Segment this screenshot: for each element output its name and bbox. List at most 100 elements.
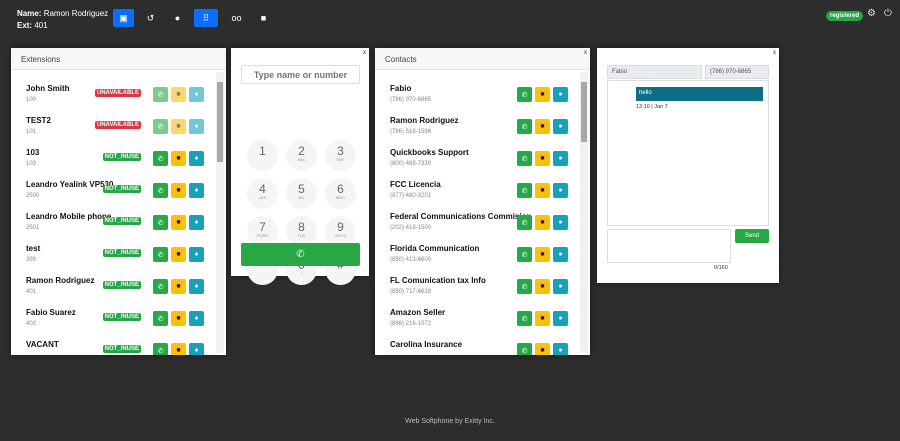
message-button[interactable]: ● (189, 151, 204, 166)
message-button[interactable]: ● (553, 343, 568, 355)
video-call-button[interactable]: ■ (171, 183, 186, 198)
dial-key[interactable]: 6 MNO (325, 178, 356, 209)
user-info: Name: Ramon Rodriguez Ext: 401 (17, 8, 108, 32)
video-call-button[interactable]: ■ (171, 151, 186, 166)
call-button[interactable]: ✆ (153, 151, 168, 166)
video-call-button[interactable]: ■ (535, 311, 550, 326)
message-button[interactable]: ● (189, 247, 204, 262)
message-button[interactable]: ● (189, 279, 204, 294)
power-icon[interactable]: ⏻ (884, 8, 892, 19)
call-button[interactable]: ✆ (517, 343, 532, 355)
ext-label: Ext: (17, 21, 33, 30)
dial-key[interactable]: 5 JKL (286, 178, 317, 209)
video-call-button[interactable]: ■ (171, 119, 186, 134)
voicemail-button[interactable]: oo (226, 9, 247, 27)
dial-input[interactable] (241, 65, 360, 84)
message-button[interactable]: ● (553, 215, 568, 230)
message-button[interactable]: ● (553, 87, 568, 102)
scrollbar[interactable] (580, 72, 588, 353)
call-button[interactable]: ✆ (153, 279, 168, 294)
call-button[interactable]: ✆ (517, 247, 532, 262)
close-icon[interactable]: x (363, 50, 366, 56)
dial-key[interactable]: 1 (247, 140, 278, 171)
call-button[interactable]: ✆ (517, 183, 532, 198)
list-item: Florida Communication (850) 413-6600 ✆ ■ … (375, 232, 590, 264)
dial-key[interactable]: 2 ABC (286, 140, 317, 171)
video-call-button[interactable]: ■ (535, 279, 550, 294)
message-button[interactable]: ● (553, 311, 568, 326)
call-button[interactable]: ✆ (153, 183, 168, 198)
chat-icon: ● (558, 251, 563, 258)
call-button[interactable]: ✆ (153, 119, 168, 134)
message-button[interactable]: ● (189, 119, 204, 134)
video-call-button[interactable]: ■ (171, 215, 186, 230)
message-button[interactable]: ● (553, 247, 568, 262)
message-button[interactable]: ● (189, 311, 204, 326)
chat-contact-name: Fabio (607, 65, 702, 79)
history-button[interactable]: ↺ (140, 9, 161, 27)
video-call-button[interactable]: ■ (171, 343, 186, 355)
close-icon[interactable]: x (584, 50, 587, 56)
video-call-button[interactable]: ■ (535, 183, 550, 198)
dial-key[interactable]: 3 DEF (325, 140, 356, 171)
video-call-button[interactable]: ■ (171, 247, 186, 262)
call-button[interactable]: ✆ (153, 87, 168, 102)
call-button[interactable]: ✆ (153, 215, 168, 230)
key-letters: ABC (297, 157, 306, 162)
phone-icon: ✆ (157, 187, 164, 195)
chat-icon: ● (558, 123, 563, 130)
close-icon[interactable]: x (773, 50, 776, 56)
message-button[interactable]: ● (553, 151, 568, 166)
video-icon: ■ (176, 315, 181, 322)
video-call-button[interactable]: ■ (535, 215, 550, 230)
chat-icon: ● (194, 219, 199, 226)
message-button[interactable]: ● (189, 183, 204, 198)
message-button[interactable]: ● (189, 343, 204, 355)
message-input[interactable] (607, 229, 731, 263)
dial-key[interactable]: 4 GHI (247, 178, 278, 209)
chat-button[interactable]: ● (167, 9, 188, 27)
list-item: FCC Licencia (877) 480-3201 ✆ ■ ● (375, 168, 590, 200)
call-button[interactable]: ✆ (517, 215, 532, 230)
video-call-button[interactable]: ■ (535, 87, 550, 102)
video-call-button[interactable]: ■ (171, 311, 186, 326)
phone-icon: ✆ (157, 155, 164, 163)
status-badge: NOT_INUSE (102, 153, 141, 161)
message-button[interactable]: ● (553, 183, 568, 198)
message-button[interactable]: ● (189, 215, 204, 230)
voicemail-icon: oo (231, 13, 242, 23)
call-button[interactable]: ✆ (517, 151, 532, 166)
call-button[interactable]: ✆ (153, 311, 168, 326)
contacts-button[interactable]: ▣ (113, 9, 134, 27)
scrollbar[interactable] (216, 72, 224, 353)
list-item: John Smith 100 UNAVAILABLE ✆ ■ ● (11, 72, 226, 104)
message-button[interactable]: ● (189, 87, 204, 102)
phone-icon: ✆ (521, 123, 528, 131)
key-letters: WXYZ (334, 233, 347, 238)
call-button[interactable]: ✆ (241, 243, 360, 266)
video-call-button[interactable]: ■ (535, 119, 550, 134)
briefcase-button[interactable]: ■ (253, 9, 274, 27)
call-button[interactable]: ✆ (517, 119, 532, 134)
settings-icon[interactable]: ⚙ (867, 8, 876, 19)
phone-icon: ✆ (157, 251, 164, 259)
video-call-button[interactable]: ■ (535, 151, 550, 166)
video-call-button[interactable]: ■ (171, 87, 186, 102)
call-button[interactable]: ✆ (517, 311, 532, 326)
video-call-button[interactable]: ■ (171, 279, 186, 294)
message-button[interactable]: ● (553, 119, 568, 134)
video-call-button[interactable]: ■ (535, 247, 550, 262)
dialpad-button[interactable]: ⠿ (194, 9, 218, 27)
video-icon: ■ (540, 315, 545, 322)
list-item: Leandro Yealink VP530 2500 NOT_INUSE ✆ ■ ● (11, 168, 226, 200)
chat-icon: ● (194, 91, 199, 98)
message-button[interactable]: ● (553, 279, 568, 294)
call-button[interactable]: ✆ (153, 247, 168, 262)
call-button[interactable]: ✆ (517, 87, 532, 102)
chat-contact-phone: (786) 970-6865 (705, 65, 769, 79)
video-call-button[interactable]: ■ (535, 343, 550, 355)
call-button[interactable]: ✆ (153, 343, 168, 355)
call-button[interactable]: ✆ (517, 279, 532, 294)
send-button[interactable]: Send (735, 229, 769, 243)
footer: Web Softphone by Exitty Inc. (405, 418, 495, 425)
